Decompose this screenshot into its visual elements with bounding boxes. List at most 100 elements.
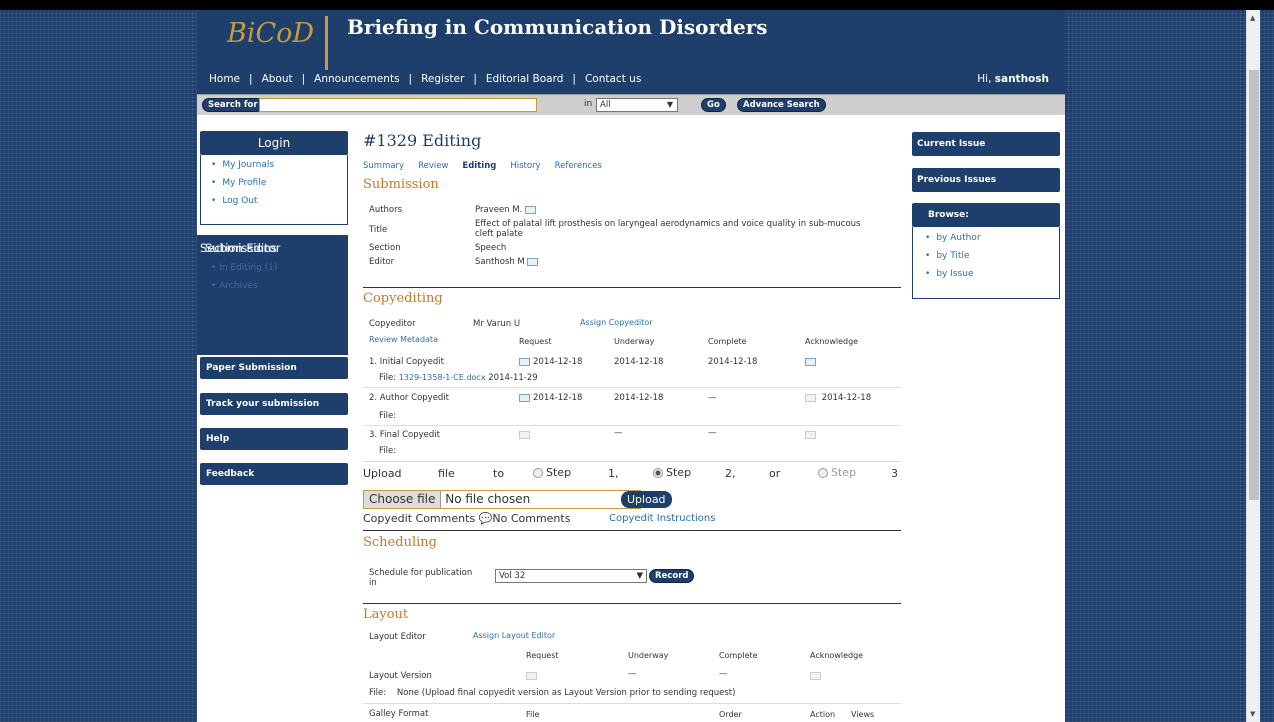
email-icon[interactable] bbox=[519, 357, 530, 366]
archives-link[interactable]: Archives bbox=[197, 281, 348, 299]
help-link[interactable]: Help bbox=[200, 428, 348, 450]
initial-copyedit-label: 1. Initial Copyedit bbox=[369, 357, 444, 367]
tab-history[interactable]: History bbox=[510, 161, 540, 171]
username[interactable]: santhosh bbox=[995, 73, 1049, 85]
col-underway: Underway bbox=[614, 337, 655, 346]
advanced-search-button[interactable]: Advance Search bbox=[737, 98, 826, 112]
radio-selected-icon[interactable] bbox=[653, 468, 663, 478]
assign-layout-editor-link[interactable]: Assign Layout Editor bbox=[473, 631, 555, 640]
site-logo[interactable]: BiCoD bbox=[227, 18, 314, 49]
radio-icon[interactable] bbox=[533, 468, 543, 478]
nav-register[interactable]: Register bbox=[421, 73, 464, 85]
choose-file-button[interactable]: Choose file bbox=[364, 491, 442, 508]
copyedit-comments: Copyedit Comments 💬No Comments bbox=[363, 512, 570, 525]
paper-submission-link[interactable]: Paper Submission bbox=[200, 357, 348, 379]
editor-name: Santhosh M bbox=[475, 257, 525, 267]
col-complete: Complete bbox=[708, 337, 747, 346]
email-icon[interactable] bbox=[805, 357, 816, 366]
email-icon[interactable] bbox=[519, 393, 530, 402]
volume-select[interactable]: Vol 32 ▼ bbox=[495, 569, 647, 583]
scrollbar-thumb[interactable] bbox=[1249, 70, 1259, 500]
search-scope-select[interactable]: All ▼ bbox=[596, 98, 678, 112]
submission-tabs: Summary Review Editing History Reference… bbox=[363, 161, 602, 171]
email-icon[interactable] bbox=[526, 671, 537, 680]
browse-by-title-link[interactable]: by Title bbox=[925, 251, 1059, 269]
layout-complete: — bbox=[719, 669, 728, 679]
tab-summary[interactable]: Summary bbox=[363, 161, 404, 171]
tab-editing[interactable]: Editing bbox=[462, 161, 496, 171]
initial-file-link[interactable]: 1329-1358-1-CE.docx bbox=[399, 373, 486, 382]
row-divider bbox=[363, 425, 901, 426]
authors-label: Authors bbox=[369, 205, 403, 215]
initial-underway: 2014-12-18 bbox=[614, 357, 664, 367]
comment-icon[interactable]: 💬 bbox=[479, 512, 493, 525]
browse-by-issue-link[interactable]: by Issue bbox=[925, 269, 1059, 287]
copyeditor-label: Copyeditor bbox=[369, 319, 416, 329]
galley-col-views: Views bbox=[851, 710, 875, 719]
step3-radio[interactable]: Step bbox=[818, 466, 856, 479]
email-icon[interactable] bbox=[805, 430, 816, 439]
upload-button[interactable]: Upload bbox=[621, 491, 672, 508]
search-input[interactable] bbox=[259, 98, 537, 112]
file-input[interactable]: Choose file No file chosen bbox=[363, 490, 641, 509]
title-value-line1: Effect of palatal lift prosthesis on lar… bbox=[475, 219, 861, 229]
schedule-label-1: Schedule for publication bbox=[369, 568, 473, 578]
nav-separator: | bbox=[408, 73, 413, 85]
file-label: File: bbox=[369, 688, 387, 698]
track-submission-link[interactable]: Track your submission bbox=[200, 393, 348, 415]
author-complete: — bbox=[708, 393, 717, 403]
galley-col-action: Action bbox=[810, 710, 836, 719]
copyedit-instructions-link[interactable]: Copyedit Instructions bbox=[609, 513, 715, 524]
layout-version-label: Layout Version bbox=[369, 671, 432, 681]
galley-col-order: Order bbox=[719, 710, 742, 719]
scroll-down-arrow-icon[interactable]: ▼ bbox=[1250, 710, 1255, 718]
login-menu: My Journals My Profile Log Out bbox=[200, 155, 348, 225]
chevron-down-icon: ▼ bbox=[666, 100, 673, 109]
current-issue-link[interactable]: Current Issue bbox=[912, 132, 1060, 156]
my-journals-link[interactable]: My Journals bbox=[211, 160, 347, 178]
author-request: 2014-12-18 bbox=[519, 393, 582, 403]
scroll-up-arrow-icon[interactable]: ▲ bbox=[1250, 14, 1255, 22]
assign-copyeditor-link[interactable]: Assign Copyeditor bbox=[580, 318, 653, 327]
review-metadata-link[interactable]: Review Metadata bbox=[369, 335, 438, 344]
go-button[interactable]: Go bbox=[701, 98, 726, 112]
section-label: Section bbox=[369, 243, 401, 253]
vertical-scrollbar[interactable]: ▲ ▼ bbox=[1246, 10, 1260, 722]
record-button[interactable]: Record bbox=[649, 569, 695, 583]
nav-announcements[interactable]: Announcements bbox=[314, 73, 399, 85]
step1-radio[interactable]: Step bbox=[533, 466, 571, 479]
nav-contact-us[interactable]: Contact us bbox=[585, 73, 641, 85]
email-icon[interactable] bbox=[519, 430, 530, 439]
email-icon[interactable] bbox=[525, 205, 536, 214]
nav-editorial-board[interactable]: Editorial Board bbox=[486, 73, 564, 85]
tab-references[interactable]: References bbox=[555, 161, 602, 171]
feedback-link[interactable]: Feedback bbox=[200, 463, 348, 485]
galley-col-file: File bbox=[526, 710, 540, 719]
upload-word: 1, bbox=[608, 467, 619, 480]
section-editor-panel: Section Editor Submissions In Review (1)… bbox=[197, 235, 348, 355]
email-icon[interactable] bbox=[805, 393, 816, 402]
row-divider bbox=[363, 703, 901, 704]
email-icon[interactable] bbox=[527, 257, 539, 266]
nav-about[interactable]: About bbox=[262, 73, 293, 85]
initial-complete: 2014-12-18 bbox=[708, 357, 758, 367]
title-label: Title bbox=[369, 225, 388, 235]
final-request bbox=[519, 430, 533, 440]
in-editing-link[interactable]: In Editing (1) bbox=[197, 263, 348, 281]
search-bar: Search for in All ▼ Go Advance Search bbox=[197, 94, 1065, 115]
my-profile-link[interactable]: My Profile bbox=[211, 178, 347, 196]
copyeditor-value: Mr Varun U bbox=[473, 319, 521, 329]
nav-home[interactable]: Home bbox=[209, 73, 240, 85]
previous-issues-link[interactable]: Previous Issues bbox=[912, 168, 1060, 192]
author-copyedit-label: 2. Author Copyedit bbox=[369, 393, 450, 403]
site-header: BiCoD Briefing in Communication Disorder… bbox=[197, 10, 1065, 94]
no-comments-text[interactable]: No Comments bbox=[492, 512, 570, 525]
log-out-link[interactable]: Log Out bbox=[211, 196, 347, 214]
step2-radio[interactable]: Step bbox=[653, 466, 691, 479]
initial-ack bbox=[805, 357, 819, 367]
tab-review[interactable]: Review bbox=[418, 161, 448, 171]
browse-header: Browse: bbox=[912, 203, 1060, 227]
browse-by-author-link[interactable]: by Author bbox=[925, 233, 1059, 251]
radio-icon[interactable] bbox=[818, 468, 828, 478]
email-icon[interactable] bbox=[810, 671, 821, 680]
